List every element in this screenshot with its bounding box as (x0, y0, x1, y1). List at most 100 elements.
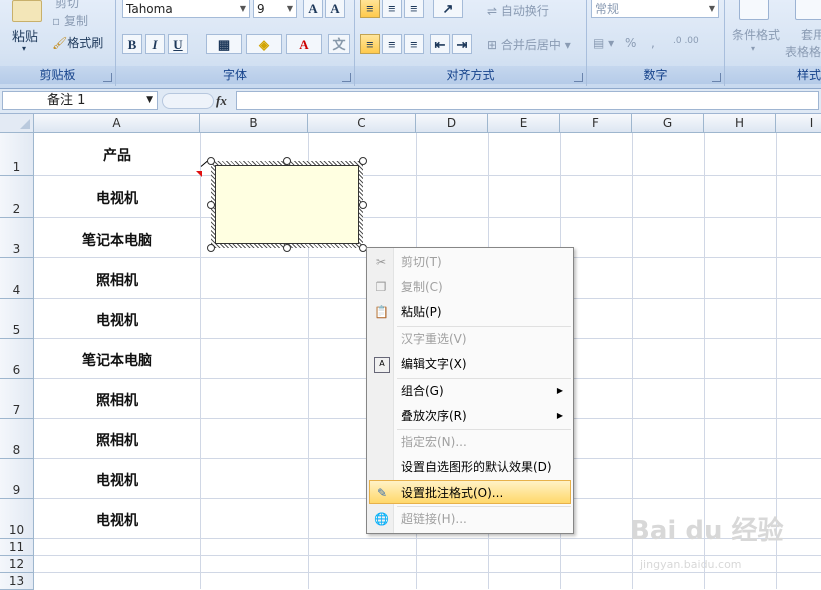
row-header-3[interactable]: 3 (0, 218, 34, 258)
cell-a2[interactable]: 电视机 (34, 188, 200, 208)
column-header-b[interactable]: B (200, 114, 308, 133)
row-header-12[interactable]: 12 (0, 556, 34, 573)
menu-item-hyperlink[interactable]: 🌐 超链接(H)... (369, 507, 571, 531)
bold-button[interactable]: B (122, 34, 142, 54)
orientation-button[interactable]: ↗ (433, 0, 463, 18)
decrease-indent-button[interactable]: ⇤ (430, 34, 450, 54)
menu-item-group[interactable]: 组合(G) ▶ (369, 379, 571, 403)
font-size-select[interactable]: 9 ▼ (253, 0, 297, 18)
paste-dropdown-icon[interactable]: ▾ (22, 44, 26, 53)
row-header-1[interactable]: 1 (0, 133, 34, 176)
cut-button[interactable]: 剪切 (55, 0, 79, 11)
row-header-9[interactable]: 9 (0, 459, 34, 499)
resize-handle[interactable] (359, 157, 367, 165)
cell-a3[interactable]: 笔记本电脑 (34, 230, 200, 250)
fill-color-button[interactable]: ◈ (246, 34, 282, 54)
row-header-2[interactable]: 2 (0, 176, 34, 218)
cell-a4[interactable]: 照相机 (34, 270, 200, 290)
insert-function-icon[interactable]: fx (216, 93, 227, 109)
increase-indent-button[interactable]: ⇥ (452, 34, 472, 54)
border-button[interactable]: ▦ (206, 34, 242, 54)
conditional-dropdown-icon[interactable]: ▾ (751, 44, 755, 53)
copy-button[interactable]: ▫ 复制 (52, 12, 88, 29)
comment-text-area[interactable] (215, 165, 359, 244)
comma-button[interactable]: , (651, 36, 655, 50)
column-header-a[interactable]: A (34, 114, 200, 133)
conditional-format-button[interactable]: 条件格式 (732, 26, 780, 43)
cell-a10[interactable]: 电视机 (34, 510, 200, 530)
column-header-i[interactable]: I (776, 114, 821, 133)
menu-item-copy[interactable]: ❐ 复制(C) (369, 275, 571, 299)
table-format-icon[interactable] (795, 0, 821, 20)
row-header-11[interactable]: 11 (0, 539, 34, 556)
menu-item-set-default-shape[interactable]: 设置自选图形的默认效果(D) (369, 455, 571, 479)
resize-handle[interactable] (207, 157, 215, 165)
select-all-button[interactable] (0, 114, 34, 133)
percent-button[interactable]: % (625, 36, 636, 50)
row-header-4[interactable]: 4 (0, 258, 34, 299)
resize-handle[interactable] (283, 244, 291, 252)
increase-decimal-button[interactable]: .0 .00 (673, 36, 699, 46)
accounting-button[interactable]: ▤ ▾ (593, 36, 614, 50)
font-color-button[interactable]: A (286, 34, 322, 54)
conditional-format-icon[interactable] (739, 0, 769, 20)
resize-handle[interactable] (207, 244, 215, 252)
align-center-button[interactable]: ≡ (382, 34, 402, 54)
name-box[interactable]: 备注 1 ▼ (2, 91, 158, 110)
menu-item-order[interactable]: 叠放次序(R) ▶ (369, 404, 571, 428)
phonetic-button[interactable]: 文 (328, 34, 350, 54)
menu-item-assign-macro[interactable]: 指定宏(N)... (369, 430, 571, 454)
underline-button[interactable]: U (168, 34, 188, 54)
cell-a7[interactable]: 照相机 (34, 390, 200, 410)
resize-handle[interactable] (283, 157, 291, 165)
grow-font-button[interactable]: A (303, 0, 323, 18)
top-align-button[interactable]: ≡ (360, 0, 380, 18)
paste-button[interactable]: 粘贴 (12, 26, 38, 45)
formula-input[interactable] (236, 91, 819, 110)
column-header-d[interactable]: D (416, 114, 488, 133)
menu-item-format-comment[interactable]: ✎ 设置批注格式(O)... (369, 480, 571, 504)
comment-box[interactable] (211, 161, 363, 248)
align-right-button[interactable]: ≡ (404, 34, 424, 54)
cell-a8[interactable]: 照相机 (34, 430, 200, 450)
clipboard-launcher-icon[interactable] (103, 73, 112, 82)
column-header-g[interactable]: G (632, 114, 704, 133)
font-launcher-icon[interactable] (342, 73, 351, 82)
menu-item-reconvert[interactable]: 汉字重选(V) (369, 327, 571, 351)
cell-a1[interactable]: 产品 (34, 145, 200, 165)
merge-center-button[interactable]: ⊞ 合并后居中 ▾ (487, 36, 571, 53)
resize-handle[interactable] (359, 201, 367, 209)
row-header-5[interactable]: 5 (0, 299, 34, 339)
table-format-button[interactable]: 套用 (801, 26, 821, 43)
resize-handle[interactable] (207, 201, 215, 209)
formula-bar-resize-handle[interactable] (162, 93, 214, 109)
italic-button[interactable]: I (145, 34, 165, 54)
cell-a9[interactable]: 电视机 (34, 470, 200, 490)
alignment-group-label: 对齐方式 (355, 66, 586, 84)
bottom-align-button[interactable]: ≡ (404, 0, 424, 18)
menu-item-cut[interactable]: ✂ 剪切(T) (369, 250, 571, 274)
menu-item-paste[interactable]: 📋 粘贴(P) (369, 300, 571, 324)
row-header-7[interactable]: 7 (0, 379, 34, 419)
font-name-select[interactable]: Tahoma ▼ (122, 0, 250, 18)
alignment-launcher-icon[interactable] (574, 73, 583, 82)
row-header-13[interactable]: 13 (0, 573, 34, 590)
middle-align-button[interactable]: ≡ (382, 0, 402, 18)
format-painter-button[interactable]: 🖌格式刷 (52, 34, 103, 51)
wrap-text-button[interactable]: ⇌ 自动换行 (487, 2, 549, 19)
number-format-select[interactable]: 常规 ▼ (591, 0, 719, 18)
cell-a6[interactable]: 笔记本电脑 (34, 350, 200, 370)
row-header-10[interactable]: 10 (0, 499, 34, 539)
column-header-e[interactable]: E (488, 114, 560, 133)
column-header-f[interactable]: F (560, 114, 632, 133)
cell-a5[interactable]: 电视机 (34, 310, 200, 330)
align-left-button[interactable]: ≡ (360, 34, 380, 54)
menu-item-edit-text[interactable]: A 编辑文字(X) (369, 352, 571, 376)
column-header-h[interactable]: H (704, 114, 776, 133)
number-launcher-icon[interactable] (712, 73, 721, 82)
row-header-6[interactable]: 6 (0, 339, 34, 379)
row-header-8[interactable]: 8 (0, 419, 34, 459)
column-header-c[interactable]: C (308, 114, 416, 133)
paste-icon[interactable] (12, 0, 42, 22)
shrink-font-button[interactable]: A (325, 0, 345, 18)
